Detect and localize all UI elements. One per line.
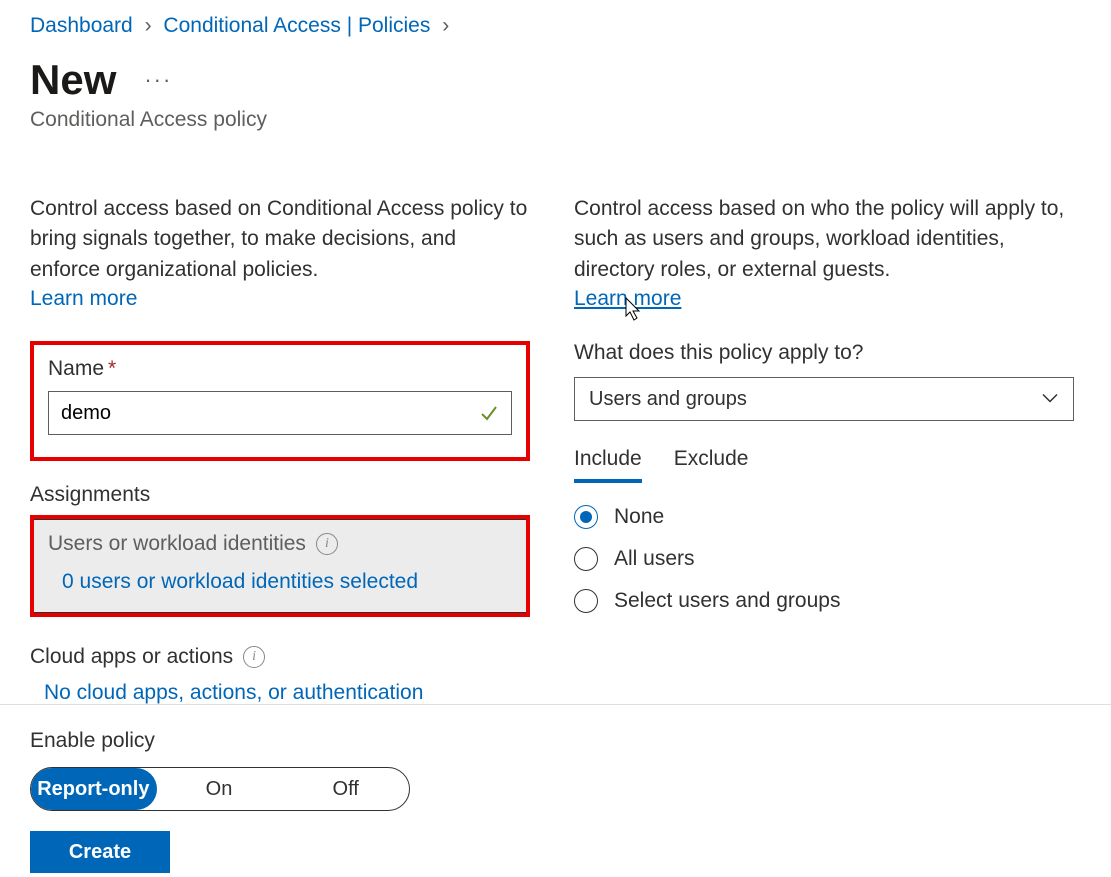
include-radio-group: None All users Select users and groups bbox=[574, 505, 1074, 613]
radio-none-label: None bbox=[614, 505, 664, 529]
info-icon[interactable]: i bbox=[243, 646, 265, 668]
breadcrumb: Dashboard › Conditional Access | Policie… bbox=[0, 0, 1111, 38]
apply-to-select[interactable]: Users and groups bbox=[574, 377, 1074, 421]
cloud-apps-summary-link[interactable]: No cloud apps, actions, or authenticatio… bbox=[44, 681, 423, 705]
cloud-apps-label: Cloud apps or actions bbox=[30, 645, 233, 669]
enable-policy-label: Enable policy bbox=[30, 729, 1081, 753]
radio-select-label: Select users and groups bbox=[614, 589, 840, 613]
toggle-on[interactable]: On bbox=[156, 768, 283, 810]
name-label: Name* bbox=[48, 357, 512, 381]
include-exclude-tabs: Include Exclude bbox=[574, 447, 1074, 483]
chevron-right-icon: › bbox=[145, 14, 152, 38]
name-field-highlight: Name* bbox=[30, 341, 530, 461]
users-identities-highlight: Users or workload identities i 0 users o… bbox=[30, 515, 530, 617]
page-title: New bbox=[30, 56, 116, 104]
users-identities-label: Users or workload identities bbox=[48, 532, 306, 556]
apply-to-label: What does this policy apply to? bbox=[574, 341, 1074, 365]
tab-include[interactable]: Include bbox=[574, 447, 642, 483]
create-button[interactable]: Create bbox=[30, 831, 170, 873]
learn-more-link[interactable]: Learn more bbox=[30, 287, 137, 311]
title-row: New ··· bbox=[0, 38, 1111, 104]
radio-icon bbox=[574, 505, 598, 529]
apply-to-value: Users and groups bbox=[589, 388, 747, 411]
radio-all-label: All users bbox=[614, 547, 695, 571]
cloud-apps-row[interactable]: Cloud apps or actions i bbox=[30, 645, 530, 669]
radio-none[interactable]: None bbox=[574, 505, 1074, 529]
enable-policy-toggle[interactable]: Report-only On Off bbox=[30, 767, 410, 811]
footer-bar: Enable policy Report-only On Off Create bbox=[0, 704, 1111, 873]
radio-all-users[interactable]: All users bbox=[574, 547, 1074, 571]
cursor-pointer-icon bbox=[620, 296, 644, 324]
assignments-heading: Assignments bbox=[30, 483, 530, 507]
chevron-right-icon: › bbox=[442, 14, 449, 38]
breadcrumb-dashboard[interactable]: Dashboard bbox=[30, 14, 133, 37]
left-column: Control access based on Conditional Acce… bbox=[30, 194, 530, 705]
toggle-report-only[interactable]: Report-only bbox=[30, 768, 157, 810]
left-description: Control access based on Conditional Acce… bbox=[30, 194, 530, 285]
tab-exclude[interactable]: Exclude bbox=[674, 447, 749, 483]
policy-name-input[interactable] bbox=[48, 391, 512, 435]
users-identities-row[interactable]: Users or workload identities i 0 users o… bbox=[34, 519, 526, 613]
toggle-off[interactable]: Off bbox=[282, 768, 409, 810]
radio-select-users[interactable]: Select users and groups bbox=[574, 589, 1074, 613]
radio-icon bbox=[574, 589, 598, 613]
chevron-down-icon bbox=[1041, 388, 1059, 411]
radio-icon bbox=[574, 547, 598, 571]
checkmark-icon bbox=[478, 402, 500, 424]
breadcrumb-conditional-access[interactable]: Conditional Access | Policies bbox=[163, 14, 430, 37]
more-actions-button[interactable]: ··· bbox=[144, 67, 172, 93]
page-subtitle: Conditional Access policy bbox=[0, 104, 1111, 132]
info-icon[interactable]: i bbox=[316, 533, 338, 555]
users-identities-summary-link[interactable]: 0 users or workload identities selected bbox=[62, 570, 418, 594]
right-description: Control access based on who the policy w… bbox=[574, 194, 1074, 285]
right-column: Control access based on who the policy w… bbox=[574, 194, 1074, 705]
